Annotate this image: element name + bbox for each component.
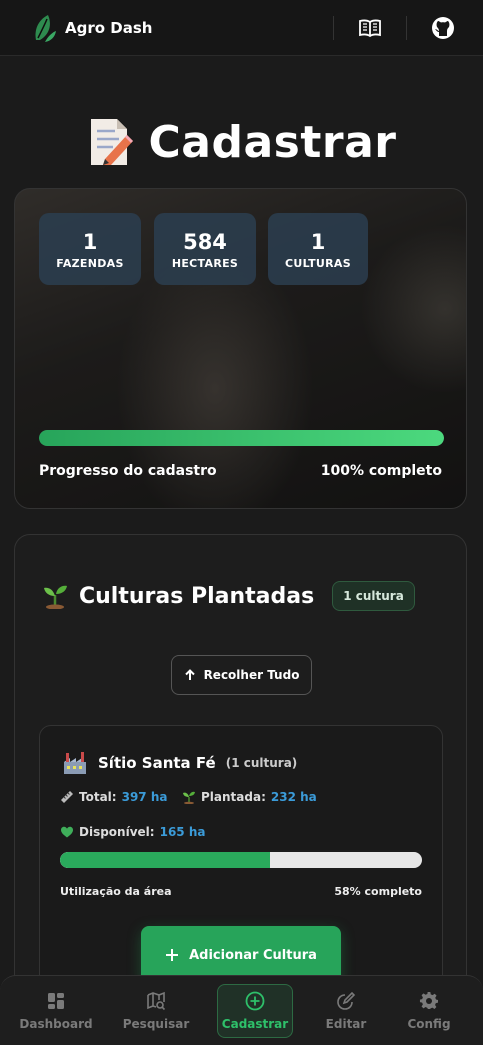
seedling-icon	[183, 791, 195, 804]
collapse-all-label: Recolher Tudo	[203, 668, 300, 682]
app-name: Agro Dash	[65, 19, 153, 37]
collapse-all-button[interactable]: Recolher Tudo	[171, 655, 312, 695]
farm-name: Sítio Santa Fé	[98, 754, 216, 772]
stat-value: 1	[310, 229, 326, 254]
farm-total-area: Total: 397 ha	[60, 790, 167, 804]
farm-available-area: Disponível: 165 ha	[60, 825, 205, 839]
farm-card: Sítio Santa Fé (1 cultura) Total: 397 ha…	[39, 725, 443, 1015]
area-usage-label: Utilização da área	[60, 885, 172, 898]
stat-value: 584	[183, 229, 227, 254]
github-icon[interactable]	[431, 16, 455, 40]
green-heart-icon	[61, 826, 73, 838]
seedling-icon	[44, 585, 67, 609]
available-label: Disponível:	[79, 825, 155, 839]
stat-culturas: 1 CULTURAS	[268, 213, 368, 285]
grid-icon	[48, 993, 64, 1009]
registration-progress-fill	[39, 430, 444, 446]
nav-item-config[interactable]: Config	[398, 984, 460, 1038]
book-icon[interactable]	[358, 16, 382, 40]
map-search-icon	[147, 991, 166, 1011]
app-logo[interactable]: Agro Dash	[32, 12, 152, 44]
header-divider	[406, 16, 407, 40]
summary-card: 1 FAZENDAS 584 HECTARES 1 CULTURAS Progr…	[14, 188, 467, 509]
bottom-navigation: Dashboard Pesquisar Cadastrar Editar Con…	[0, 975, 483, 1045]
stat-label: FAZENDAS	[56, 256, 124, 270]
progress-label: Progresso do cadastro	[39, 463, 217, 479]
stat-label: HECTARES	[171, 256, 239, 270]
cultures-title: Culturas Plantadas	[79, 583, 315, 609]
nav-label: Pesquisar	[122, 1017, 190, 1031]
plus-icon	[166, 949, 179, 961]
plus-circle-icon	[245, 991, 265, 1011]
planted-label: Plantada:	[201, 790, 266, 804]
gear-icon	[419, 991, 438, 1010]
total-label: Total:	[79, 790, 117, 804]
area-usage-bar	[60, 852, 422, 868]
farm-culture-count: (1 cultura)	[225, 756, 298, 770]
nav-item-pesquisar[interactable]: Pesquisar	[116, 984, 196, 1038]
stat-fazendas: 1 FAZENDAS	[39, 213, 141, 285]
nav-label: Config	[407, 1017, 451, 1031]
area-usage-fill	[60, 852, 270, 868]
nav-label: Dashboard	[19, 1017, 93, 1031]
nav-item-cadastrar[interactable]: Cadastrar	[217, 984, 293, 1038]
area-usage-status: 58% completo	[334, 885, 422, 898]
ruler-icon	[61, 791, 73, 803]
farm-header[interactable]: Sítio Santa Fé (1 cultura)	[62, 750, 297, 776]
stat-label: CULTURAS	[285, 256, 351, 270]
leaf-logo-icon	[35, 15, 56, 42]
page-title: Cadastrar	[148, 116, 397, 168]
available-value: 165 ha	[159, 825, 206, 839]
cultures-heading: Culturas Plantadas 1 cultura	[43, 581, 415, 611]
add-culture-label: Adicionar Cultura	[189, 947, 317, 963]
nav-label: Editar	[325, 1017, 367, 1031]
memo-icon	[90, 119, 133, 165]
stat-value: 1	[82, 229, 98, 254]
factory-icon	[64, 752, 86, 774]
header-divider	[333, 16, 334, 40]
cultures-card: Culturas Plantadas 1 cultura Recolher Tu…	[14, 534, 467, 1015]
cultures-count-badge: 1 cultura	[332, 581, 415, 611]
total-value: 397 ha	[121, 790, 168, 804]
nav-label: Cadastrar	[221, 1017, 289, 1031]
edit-icon	[337, 991, 356, 1010]
top-header: Agro Dash	[0, 0, 483, 56]
page-title-row: Cadastrar	[0, 112, 483, 172]
progress-status: 100% completo	[320, 463, 442, 479]
nav-item-editar[interactable]: Editar	[314, 984, 378, 1038]
registration-progress-bar	[39, 430, 444, 446]
arrow-up-icon	[184, 669, 195, 680]
nav-item-dashboard[interactable]: Dashboard	[14, 984, 98, 1038]
farm-planted-area: Plantada: 232 ha	[182, 790, 317, 804]
stat-hectares: 584 HECTARES	[154, 213, 256, 285]
planted-value: 232 ha	[270, 790, 317, 804]
